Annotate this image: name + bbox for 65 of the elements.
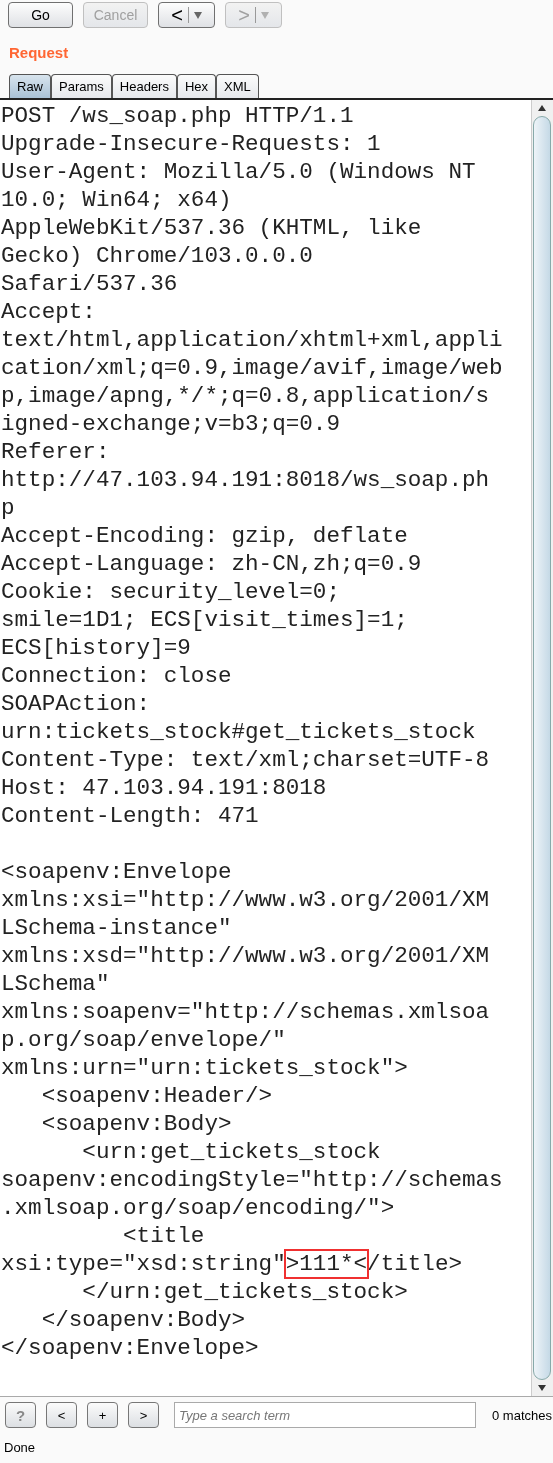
code-line: urn:tickets_stock#get_tickets_stock [1,719,476,745]
code-line: Content-Length: 471 [1,803,259,829]
code-line: xmlns:soapenv="http://schemas.xmlsoa [1,999,490,1025]
back-button[interactable]: < [158,2,215,28]
caret-icon [193,11,202,19]
code-line: LSchema" [1,971,110,997]
code-line: Content-Type: text/xml;charset=UTF-8 [1,747,490,773]
code-line: </soapenv:Body> [40,1307,246,1333]
code-line: smile=1D1; ECS[visit_times]=1; [1,607,408,633]
code-line: p.org/soap/envelope/" [1,1027,286,1053]
code-line: Gecko) Chrome/103.0.0.0 [1,243,313,269]
code-line: POST /ws_soap.php HTTP/1.1 [1,103,354,129]
tab[interactable]: Raw [9,74,51,98]
tab[interactable]: XML [216,74,259,98]
code-line: ECS[history]=9 [1,635,191,661]
search-field[interactable]: Type a search term [174,1402,476,1428]
code-line: p,image/apng,*/*;q=0.8,application/s [1,383,490,409]
code-line: Host: 47.103.94.191:8018 [1,775,327,801]
highlighted-text: >111*< [285,1251,368,1277]
code-line: Accept-Encoding: gzip, deflate [1,523,408,549]
code-line: Accept: [1,299,96,325]
search-bar-button[interactable]: < [46,1402,77,1428]
code-line: xmlns:urn="urn:tickets_stock"> [1,1055,408,1081]
caret-icon [260,11,269,19]
code-line: Safari/537.36 [1,271,178,297]
code-line: <soapenv:Header/> [40,1083,273,1109]
code-line: Cookie: security_level=0; [1,579,340,605]
code-line: text/html,application/xhtml+xml,appli [1,327,503,353]
code-line: /title> [367,1251,462,1277]
code-line: </urn:get_tickets_stock> [81,1279,408,1305]
code-line: </soapenv:Envelope> [1,1335,259,1361]
code-line: p [1,495,15,521]
code-line: Referer: [1,439,110,465]
tab[interactable]: Hex [176,74,217,98]
status-text: Done [3,1439,37,1455]
code-line: .xmlsoap.org/soap/encoding/"> [1,1195,395,1221]
code-line: AppleWebKit/537.36 (KHTML, like [1,215,422,241]
code-line: Upgrade-Insecure-Requests: 1 [1,131,381,157]
code-line: <urn:get_tickets_stock [81,1139,381,1165]
scrollbar[interactable] [531,100,553,1396]
match-count: 0 matches [492,1407,552,1423]
request-editor[interactable] [0,100,553,1397]
code-line: LSchema-instance" [1,915,232,941]
panel-title: Request [8,43,70,63]
code-line: User-Agent: Mozilla/5.0 (Windows NT [1,159,476,185]
code-line: Connection: close [1,663,232,689]
code-line: xmlns:xsd="http://www.w3.org/2001/XM [1,943,490,969]
search-bar-button[interactable]: + [87,1402,118,1428]
tab[interactable]: Params [51,74,112,98]
code-line: Accept-Language: zh-CN,zh;q=0.9 [1,551,422,577]
tab[interactable]: Headers [111,74,177,98]
code-line: <title [122,1223,205,1249]
code-line: soapenv:encodingStyle="http://schemas [1,1167,503,1193]
code-line: 10.0; Win64; x64) [1,187,232,213]
scroll-thumb[interactable] [533,116,551,1380]
code-line: xmlns:xsi="http://www.w3.org/2001/XM [1,887,490,913]
code-line: <soapenv:Body> [40,1111,232,1137]
code-line: igned-exchange;v=b3;q=0.9 [1,411,340,437]
code-line: <soapenv:Envelope [1,859,232,885]
code-line: SOAPAction: [1,691,151,717]
code-line: cation/xml;q=0.9,image/avif,image/web [1,355,503,381]
code-line: xsi:type="xsd:string" [1,1251,286,1277]
toolbar-button[interactable]: Go [8,2,73,28]
search-bar-button[interactable]: > [128,1402,159,1428]
code-line: http://47.103.94.191:8018/ws_soap.ph [1,467,490,493]
